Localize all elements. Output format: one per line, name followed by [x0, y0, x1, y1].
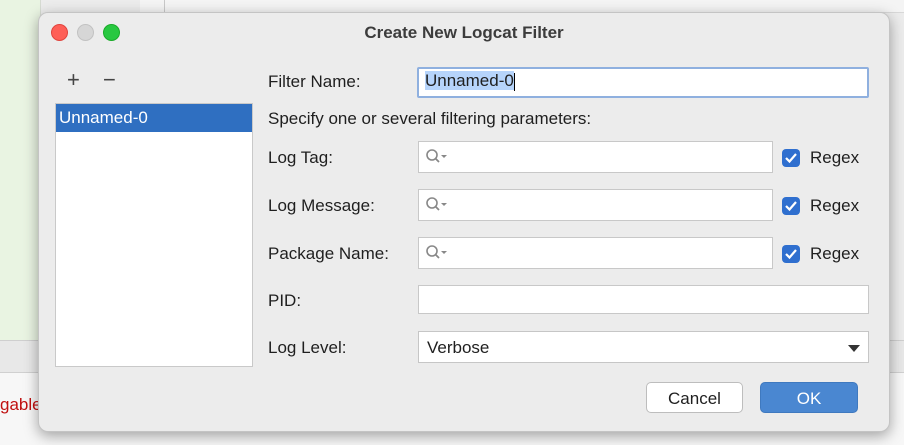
filter-list[interactable]: Unnamed-0 [55, 103, 253, 367]
checkmark-icon [785, 201, 797, 212]
background-error-text: gable [0, 395, 42, 414]
package-name-input[interactable] [418, 237, 773, 269]
package-name-regex-checkbox[interactable] [782, 245, 800, 263]
log-message-label: Log Message: [268, 196, 375, 215]
text-caret [513, 72, 515, 91]
log-tag-input[interactable] [418, 141, 773, 173]
add-filter-button[interactable]: + [67, 69, 80, 91]
remove-filter-button[interactable]: − [103, 69, 116, 91]
package-name-regex-label[interactable]: Regex [810, 244, 859, 264]
background-editor-gutter [0, 0, 41, 340]
log-message-regex-checkbox[interactable] [782, 197, 800, 215]
checkmark-icon [785, 153, 797, 164]
log-level-value: Verbose [427, 338, 490, 357]
log-message-input[interactable] [418, 189, 773, 221]
filter-name-label: Filter Name: [268, 72, 361, 91]
list-item[interactable]: Unnamed-0 [56, 104, 252, 132]
log-level-select[interactable]: Verbose [418, 331, 869, 363]
dialog-titlebar: Create New Logcat Filter [39, 13, 889, 51]
package-name-label: Package Name: [268, 244, 389, 263]
toolbar-separator [164, 0, 165, 12]
ok-button[interactable]: OK [760, 382, 858, 413]
log-tag-label: Log Tag: [268, 148, 333, 167]
log-tag-regex-label[interactable]: Regex [810, 148, 859, 168]
chevron-down-icon[interactable] [848, 345, 860, 352]
log-message-regex-label[interactable]: Regex [810, 196, 859, 216]
pid-label: PID: [268, 291, 302, 310]
filter-name-value: Unnamed-0 [425, 71, 514, 90]
create-logcat-filter-dialog: Create New Logcat Filter + − Unnamed-0 F… [38, 12, 890, 432]
search-icon[interactable] [425, 148, 449, 171]
search-icon[interactable] [425, 244, 449, 267]
cancel-button[interactable]: Cancel [646, 382, 743, 413]
search-icon[interactable] [425, 196, 449, 219]
log-tag-regex-checkbox[interactable] [782, 149, 800, 167]
checkmark-icon [785, 249, 797, 260]
filter-name-input[interactable]: Unnamed-0 [417, 67, 869, 98]
pid-input[interactable] [418, 285, 869, 314]
instructions-text: Specify one or several filtering paramet… [268, 109, 592, 128]
log-level-label: Log Level: [268, 338, 347, 357]
dialog-title: Create New Logcat Filter [364, 23, 564, 42]
